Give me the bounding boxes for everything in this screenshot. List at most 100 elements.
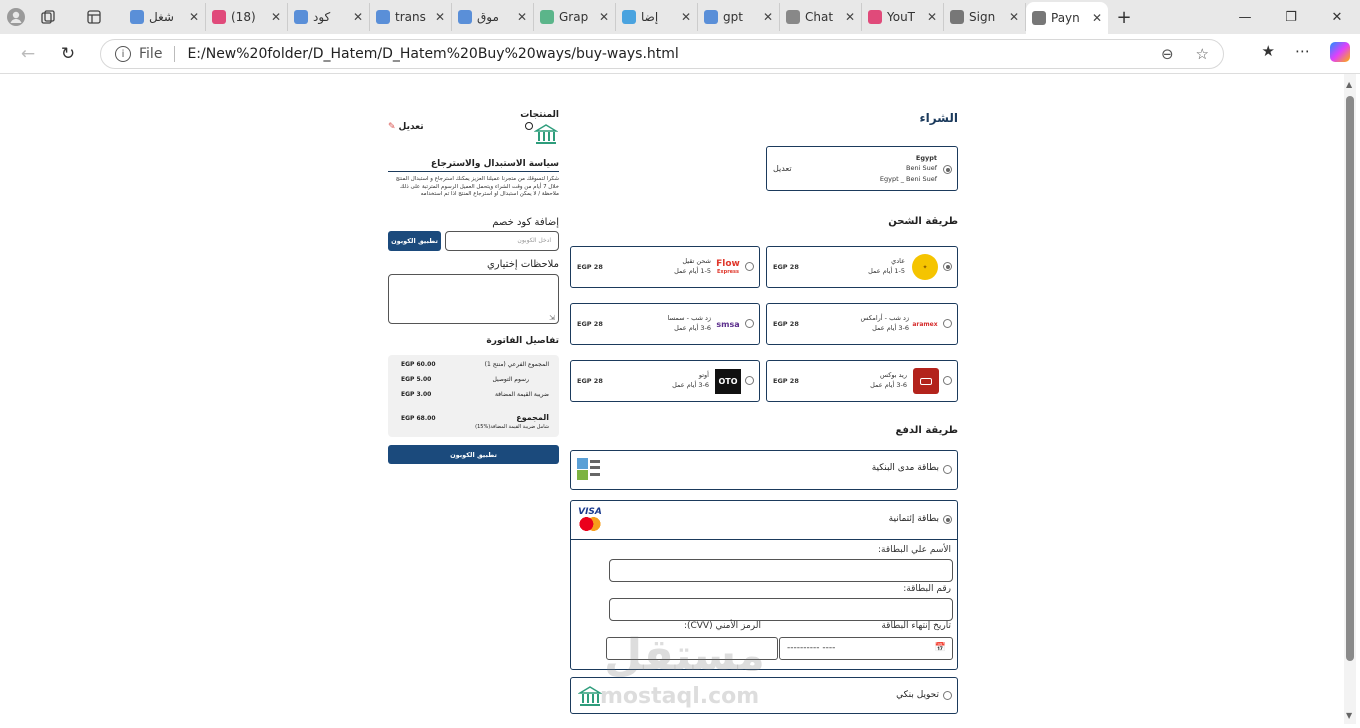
browser-tab[interactable]: YouT ✕	[862, 3, 944, 31]
shipping-option-oto[interactable]: OTO أوتو 3-6 أيام عمل EGP 28	[570, 360, 760, 402]
scrollbar-thumb[interactable]	[1346, 96, 1354, 661]
shipping-radio[interactable]	[943, 319, 952, 328]
shipping-option-redbox[interactable]: ريد بوكس 3-6 أيام عمل EGP 28	[766, 360, 958, 402]
url-text[interactable]: E:/New%20folder/D_Hatem/D_Hatem%20Buy%20…	[187, 46, 678, 62]
info-icon[interactable]: i	[115, 46, 131, 62]
payment-option-credit-card[interactable]: بطاقة إئتمانية VISA الأسم علي البطاقة: ر…	[570, 500, 958, 670]
cvv-input[interactable]	[606, 637, 778, 660]
favorite-star-icon[interactable]: ☆	[1196, 45, 1209, 63]
policy-text: شكرا لتسوقك من متجرنا عميلنا العزيز يمكن…	[395, 176, 559, 197]
calendar-icon[interactable]: 📅	[935, 643, 946, 653]
invoice-row-label: رسوم التوصيل	[492, 376, 529, 383]
tab-close-icon[interactable]: ✕	[681, 10, 691, 24]
browser-tab[interactable]: Chat ✕	[780, 3, 862, 31]
address-edit-link[interactable]: تعديل	[773, 164, 792, 173]
products-edit-link[interactable]: ✎ تعديل	[388, 122, 424, 132]
scroll-up-icon[interactable]: ▲	[1346, 80, 1352, 89]
shipping-radio[interactable]	[745, 319, 754, 328]
payment-radio[interactable]	[943, 515, 952, 524]
notes-textarea[interactable]: ⇲	[388, 274, 559, 324]
tab-close-icon[interactable]: ✕	[1092, 11, 1102, 25]
resize-handle-icon[interactable]: ⇲	[549, 314, 555, 322]
card-number-input[interactable]	[609, 598, 953, 621]
browser-tab[interactable]: (18) ✕	[206, 3, 288, 31]
payment-radio[interactable]	[943, 691, 952, 700]
shipping-option-smsa[interactable]: smsa زد شب - سمسا 3-6 أيام عمل EGP 28	[570, 303, 760, 345]
bottom-apply-button[interactable]: تطبيق الكوبون	[388, 445, 559, 464]
smsa-logo: smsa	[716, 313, 740, 335]
tab-close-icon[interactable]: ✕	[1009, 10, 1019, 24]
tab-close-icon[interactable]: ✕	[845, 10, 855, 24]
favorites-icon[interactable]: ★	[1262, 42, 1275, 62]
flow-express-logo: Flow Express	[716, 255, 740, 279]
vertical-scrollbar[interactable]: ▲ ▼	[1344, 74, 1356, 724]
browser-tab[interactable]: Grap ✕	[534, 3, 616, 31]
tab-close-icon[interactable]: ✕	[517, 10, 527, 24]
scroll-down-icon[interactable]: ▼	[1346, 711, 1352, 720]
shipping-option-aramex[interactable]: aramex زد شب - أرامكس 3-6 أيام عمل EGP 2…	[766, 303, 958, 345]
shipping-option-heavy[interactable]: Flow Express شحن تقيل 1-5 أيام عمل EGP 2…	[570, 246, 760, 288]
coupon-input[interactable]: ادخل الكوبون	[445, 231, 559, 251]
card-name-input[interactable]	[609, 559, 953, 582]
more-menu-icon[interactable]: ⋯	[1295, 42, 1310, 62]
tab-close-icon[interactable]: ✕	[271, 10, 281, 24]
payment-option-bank-transfer[interactable]: تحويل بنكي	[570, 677, 958, 714]
zoom-out-icon[interactable]: ⊖	[1161, 45, 1174, 63]
invoice-total-label: المجموع	[516, 413, 549, 422]
tab-title: Grap	[559, 10, 589, 24]
expiry-input[interactable]: ---------- ---- 📅	[779, 637, 953, 660]
shipping-days: 3-6 أيام عمل	[872, 324, 909, 332]
browser-tab[interactable]: شغل ✕	[124, 3, 206, 31]
shipping-name: زد شب - أرامكس	[860, 314, 909, 322]
minimize-button[interactable]: —	[1222, 10, 1268, 25]
apply-coupon-button[interactable]: تطبيق الكوبون	[388, 231, 441, 251]
back-button[interactable]: ←	[8, 44, 48, 64]
search-icon	[704, 10, 718, 24]
youtube-icon	[868, 10, 882, 24]
gear-icon	[622, 10, 636, 24]
tab-close-icon[interactable]: ✕	[353, 10, 363, 24]
shipping-days: 1-5 أيام عمل	[674, 267, 711, 275]
address-card[interactable]: Egypt Beni Suef Egypt _ Beni Suef تعديل	[766, 146, 958, 191]
workspaces-icon[interactable]	[32, 2, 64, 32]
shipping-radio[interactable]	[745, 376, 754, 385]
browser-tab[interactable]: إضا ✕	[616, 3, 698, 31]
new-tab-button[interactable]: +	[1108, 7, 1140, 28]
search-icon	[130, 10, 144, 24]
payment-radio[interactable]	[943, 465, 952, 474]
page-title: الشراء	[919, 111, 958, 125]
tab-close-icon[interactable]: ✕	[927, 10, 937, 24]
browser-tab[interactable]: موق ✕	[452, 3, 534, 31]
browser-tab[interactable]: gpt ✕	[698, 3, 780, 31]
address-radio[interactable]	[943, 165, 952, 174]
tab-actions-icon[interactable]	[64, 2, 124, 32]
profile-icon[interactable]	[0, 2, 32, 32]
shipping-radio[interactable]	[943, 376, 952, 385]
browser-tab[interactable]: كود ✕	[288, 3, 370, 31]
copilot-icon[interactable]	[1330, 42, 1350, 62]
mada-logo	[576, 456, 602, 482]
payment-option-mada[interactable]: بطاقة مدى البنكية	[570, 450, 958, 490]
url-bar[interactable]: i File E:/New%20folder/D_Hatem/D_Hatem%2…	[100, 39, 1224, 69]
browser-tab[interactable]: Payn ✕	[1026, 2, 1108, 34]
shipping-option-regular[interactable]: ✦ عادي 1-5 أيام عمل EGP 28	[766, 246, 958, 288]
browser-tab[interactable]: trans ✕	[370, 3, 452, 31]
tab-close-icon[interactable]: ✕	[763, 10, 773, 24]
tab-close-icon[interactable]: ✕	[435, 10, 445, 24]
address-bar-row: ← ↻ i File E:/New%20folder/D_Hatem/D_Hat…	[0, 34, 1360, 74]
tab-close-icon[interactable]: ✕	[599, 10, 609, 24]
shipping-title: طريقة الشحن	[888, 216, 958, 227]
shipping-radio[interactable]	[745, 262, 754, 271]
visa-mastercard-logo: VISA	[577, 505, 603, 533]
refresh-button[interactable]: ↻	[48, 44, 88, 64]
search-icon	[458, 10, 472, 24]
visa-logo-text: VISA	[578, 507, 602, 517]
shipping-radio[interactable]	[943, 262, 952, 271]
coupon-placeholder: ادخل الكوبون	[517, 237, 551, 244]
browser-tab[interactable]: Sign ✕	[944, 3, 1026, 31]
close-window-button[interactable]: ✕	[1314, 10, 1360, 25]
page-icon	[1032, 11, 1046, 25]
restore-button[interactable]: ❐	[1268, 10, 1314, 25]
tab-close-icon[interactable]: ✕	[189, 10, 199, 24]
bank-icon	[577, 683, 603, 709]
